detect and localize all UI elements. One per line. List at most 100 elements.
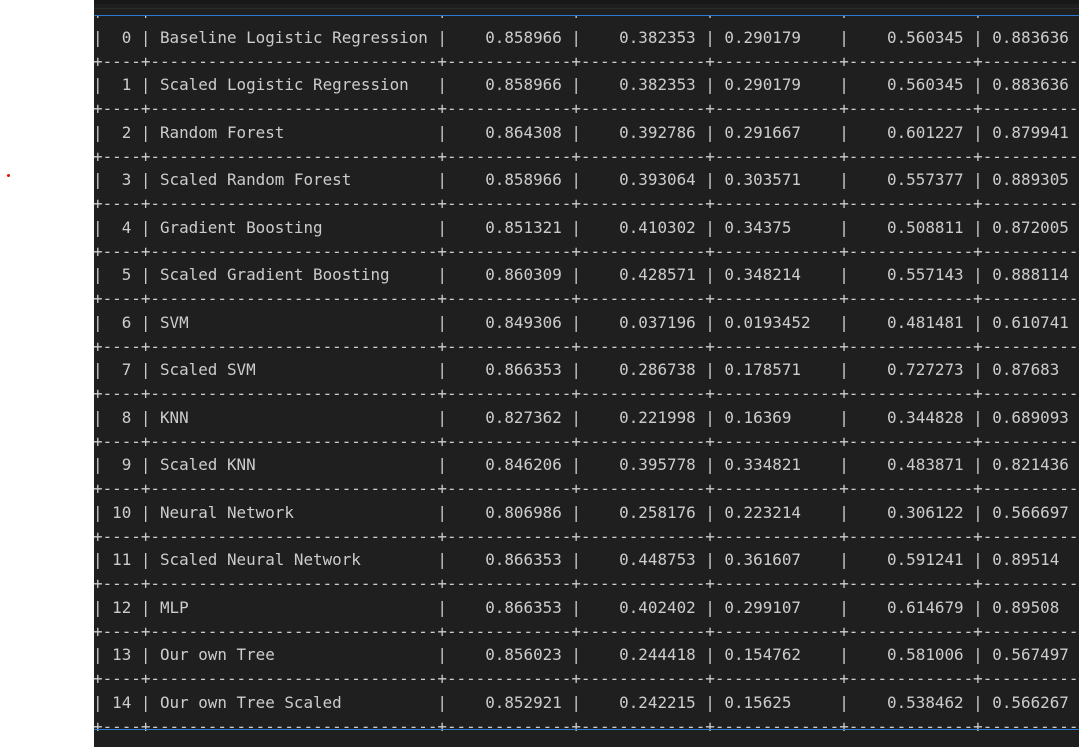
table-row: | 8 | KNN | 0.827362 | 0.221998 | 0.1636… [94, 406, 1079, 430]
cell-c2: 0.382353 [619, 75, 696, 95]
cell-c2: 0.395778 [619, 455, 696, 475]
cell-model: Baseline Logistic Regression [159, 27, 428, 47]
table-row: | 7 | Scaled SVM | 0.866353 | 0.286738 |… [94, 358, 1079, 382]
table-row: | 2 | Random Forest | 0.864308 | 0.39278… [94, 121, 1079, 145]
cell-c4: 0.581006 [887, 645, 964, 665]
cell-c1: 0.866353 [485, 550, 562, 570]
cell-c2: 0.037196 [619, 312, 696, 332]
cell-index: 1 [121, 75, 132, 95]
table-row: | 1 | Scaled Logistic Regression | 0.858… [94, 73, 1079, 97]
cell-c4: 0.306122 [887, 502, 964, 522]
cell-model: Our own Tree [159, 645, 275, 665]
table-separator: +----+------------------------------+---… [94, 574, 1079, 593]
table-separator: +----+------------------------------+---… [94, 621, 1079, 641]
table-separator: +----+------------------------------+---… [94, 289, 1079, 308]
cell-c5: 0.89508 [992, 597, 1060, 617]
table-separator: +----+------------------------------+---… [94, 431, 1079, 451]
cell-focus-border-top [94, 15, 1079, 16]
table-row: | 5 | Scaled Gradient Boosting | 0.86030… [94, 263, 1079, 287]
cell-c4: 0.557377 [887, 170, 964, 190]
cell-c4: 0.614679 [887, 597, 964, 617]
cell-model: MLP [159, 597, 189, 617]
cell-c2: 0.242215 [619, 692, 696, 712]
cell-index: 2 [121, 122, 132, 142]
cell-c3: 0.16369 [724, 407, 792, 427]
cell-c5: 0.889305 [992, 170, 1069, 190]
cell-model: Random Forest [159, 122, 285, 142]
table-separator: +----+------------------------------+---… [94, 384, 1079, 403]
cell-c3: 0.15625 [724, 692, 792, 712]
cell-c3: 0.290179 [724, 75, 801, 95]
cell-c1: 0.864308 [485, 122, 562, 142]
cell-c1: 0.851321 [485, 217, 562, 237]
table-row: | 12 | MLP | 0.866353 | 0.402402 | 0.299… [94, 596, 1079, 620]
cell-c5: 0.872005 [992, 217, 1069, 237]
cell-c5: 0.689093 [992, 407, 1069, 427]
table-separator: +----+------------------------------+---… [94, 99, 1079, 118]
cell-c5: 0.566267 [992, 692, 1069, 712]
cell-model: KNN [159, 407, 189, 427]
cell-c2: 0.410302 [619, 217, 696, 237]
table-separator: +----+------------------------------+---… [94, 51, 1079, 71]
cell-c4: 0.560345 [887, 75, 964, 95]
cell-c4: 0.538462 [887, 692, 964, 712]
cell-c3: 0.290179 [724, 27, 801, 47]
table-row: | 13 | Our own Tree | 0.856023 | 0.24441… [94, 643, 1079, 667]
cell-c1: 0.849306 [485, 312, 562, 332]
cell-c1: 0.858966 [485, 27, 562, 47]
cell-index: 4 [121, 217, 132, 237]
cell-c3: 0.154762 [724, 645, 801, 665]
cell-c2: 0.286738 [619, 360, 696, 380]
cell-c5: 0.879941 [992, 122, 1069, 142]
cell-index: 10 [112, 502, 132, 522]
cell-c2: 0.393064 [619, 170, 696, 190]
output-toolbar-strip [94, 0, 1079, 15]
cell-c2: 0.392786 [619, 122, 696, 142]
cell-model: Scaled Neural Network [159, 550, 361, 570]
cell-c5: 0.888114 [992, 265, 1069, 285]
cell-c1: 0.858966 [485, 170, 562, 190]
table-separator: +----+------------------------------+---… [94, 479, 1079, 498]
table-separator: +----+------------------------------+---… [94, 336, 1079, 356]
table-row: | 11 | Scaled Neural Network | 0.866353 … [94, 548, 1079, 572]
cell-c3: 0.178571 [724, 360, 801, 380]
table-row: | 6 | SVM | 0.849306 | 0.037196 | 0.0193… [94, 311, 1079, 335]
cell-model: Our own Tree Scaled [159, 692, 342, 712]
cell-c5: 0.821436 [992, 455, 1069, 475]
cell-c3: 0.0193452 [724, 312, 811, 332]
cell-c2: 0.244418 [619, 645, 696, 665]
table-row: | 4 | Gradient Boosting | 0.851321 | 0.4… [94, 216, 1079, 240]
cell-c2: 0.258176 [619, 502, 696, 522]
cell-model: Scaled SVM [159, 360, 256, 380]
cell-c4: 0.508811 [887, 217, 964, 237]
cell-c5: 0.566697 [992, 502, 1069, 522]
cell-c4: 0.481481 [887, 312, 964, 332]
cell-c2: 0.382353 [619, 27, 696, 47]
cell-c2: 0.428571 [619, 265, 696, 285]
table-row: | 3 | Scaled Random Forest | 0.858966 | … [94, 168, 1079, 192]
cell-c4: 0.483871 [887, 455, 964, 475]
cell-c4: 0.601227 [887, 122, 964, 142]
cell-c1: 0.866353 [485, 360, 562, 380]
cell-output-panel: +----+------------------------------+---… [94, 0, 1079, 747]
cell-model: Neural Network [159, 502, 294, 522]
cell-c3: 0.361607 [724, 550, 801, 570]
table-separator: +----+------------------------------+---… [94, 526, 1079, 546]
table-row: | 0 | Baseline Logistic Regression | 0.8… [94, 26, 1079, 50]
cell-model: SVM [159, 312, 189, 332]
cell-index: 11 [112, 550, 132, 570]
cell-c5: 0.567497 [992, 645, 1069, 665]
table-separator: +----+------------------------------+---… [94, 669, 1079, 688]
cell-c5: 0.89514 [992, 550, 1060, 570]
cell-model: Scaled Random Forest [159, 170, 352, 190]
cell-model: Scaled Gradient Boosting [159, 265, 390, 285]
cell-c4: 0.591241 [887, 550, 964, 570]
table-separator: +----+------------------------------+---… [94, 146, 1079, 166]
cell-c5: 0.87683 [992, 360, 1060, 380]
cell-model: Gradient Boosting [159, 217, 323, 237]
cell-focus-border-bottom [94, 729, 1079, 730]
cell-c3: 0.291667 [724, 122, 801, 142]
cell-c1: 0.806986 [485, 502, 562, 522]
cell-c3: 0.223214 [724, 502, 801, 522]
table-separator: +----+------------------------------+---… [94, 241, 1079, 261]
